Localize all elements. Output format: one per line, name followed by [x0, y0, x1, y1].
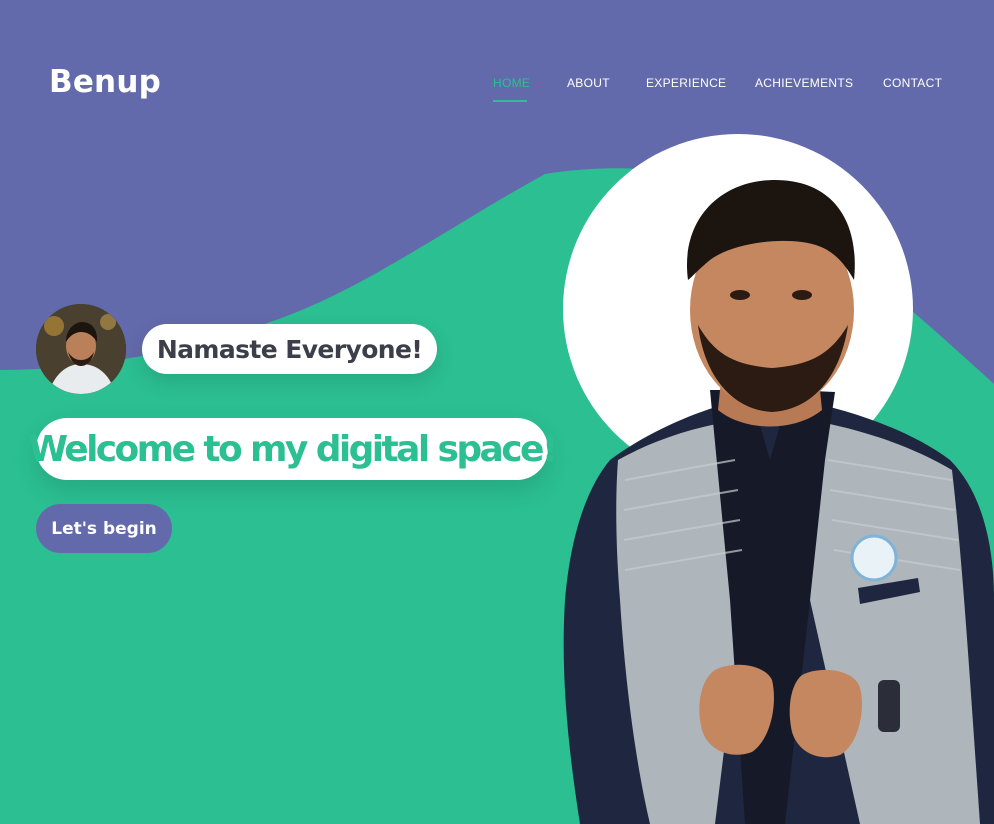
nav-item-achievements[interactable]: ACHIEVEMENTS [755, 76, 853, 90]
nav-item-home[interactable]: HOME [493, 76, 530, 90]
avatar [36, 304, 126, 394]
greeting-bubble: Namaste Everyone! [142, 324, 437, 374]
nav-item-about[interactable]: ABOUT [567, 76, 610, 90]
page-title: Welcome to my digital space! [28, 428, 558, 470]
lets-begin-button[interactable]: Let's begin [36, 504, 172, 553]
hero-portrait [563, 180, 994, 824]
active-nav-indicator [493, 100, 527, 102]
greeting-text: Namaste Everyone! [156, 334, 423, 364]
nav-item-contact[interactable]: CONTACT [883, 76, 942, 90]
nav-item-experience[interactable]: EXPERIENCE [646, 76, 726, 90]
headline-bubble: Welcome to my digital space! [28, 418, 558, 480]
